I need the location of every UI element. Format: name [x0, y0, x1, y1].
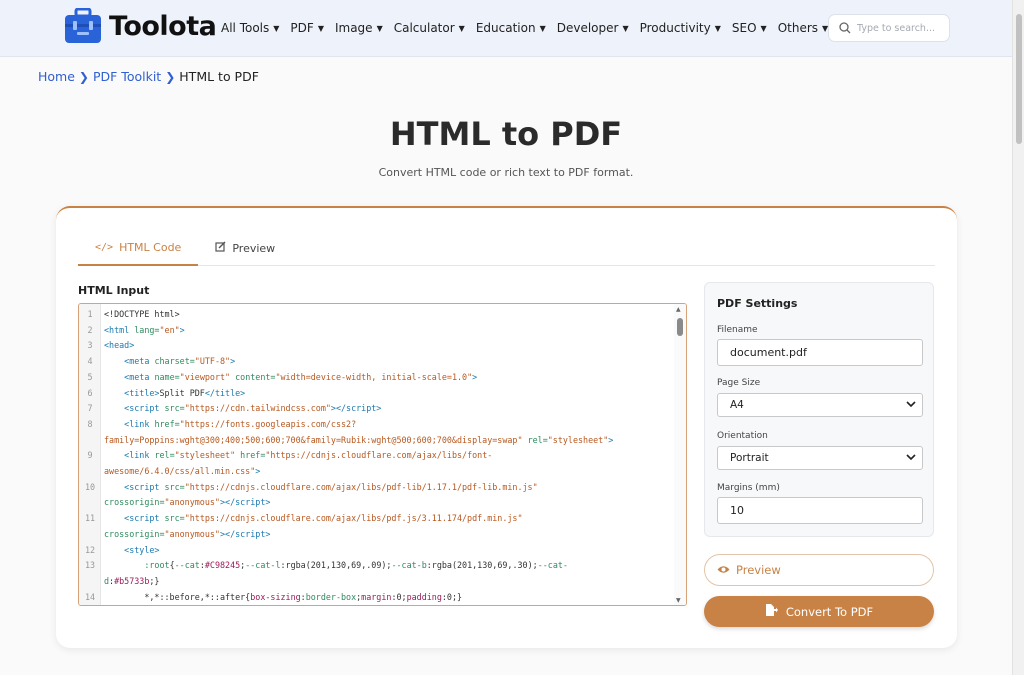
chevron-right-icon: ❯ — [78, 69, 89, 84]
caret-down-icon: ▼ — [376, 23, 383, 33]
scroll-down-icon[interactable]: ▼ — [676, 597, 681, 604]
page-subtitle: Convert HTML code or rich text to PDF fo… — [378, 166, 634, 179]
nav-label: Productivity — [639, 21, 711, 35]
scroll-up-icon[interactable]: ▲ — [676, 306, 681, 313]
nav-others[interactable]: Others ▼ — [778, 21, 828, 35]
search-input[interactable] — [857, 22, 942, 34]
preview-button[interactable]: Preview — [704, 554, 934, 586]
site-header: Toolota All Tools ▼ PDF ▼ Image ▼ Calculato… — [0, 0, 1012, 57]
caret-down-icon: ▼ — [273, 23, 280, 33]
tab-label: Preview — [232, 241, 276, 255]
orientation-select[interactable]: Portrait — [717, 446, 923, 470]
nav-pdf[interactable]: PDF ▼ — [290, 21, 324, 35]
nav-productivity[interactable]: Productivity ▼ — [640, 21, 721, 35]
tab-bar: </> HTML Code Preview — [78, 230, 935, 266]
margins-value: 10 — [730, 504, 744, 517]
nav-label: Calculator — [393, 21, 455, 35]
orientation-label: Orientation — [717, 431, 768, 441]
page-scrollbar[interactable] — [1012, 0, 1024, 675]
nav-label: PDF — [290, 21, 314, 35]
code-lines: 1 <!DOCTYPE html> 2 <html lang="en"> 3 <hea… — [84, 309, 614, 602]
margins-label: Margins (mm) — [717, 483, 780, 493]
nav-label: SEO — [731, 21, 757, 35]
main-nav: All Tools ▼ PDF ▼ Image ▼ Calculator ▼ Educa… — [221, 0, 839, 56]
breadcrumb: Home ❯ PDF Toolkit ❯ HTML to PDF — [38, 69, 259, 84]
convert-label: Convert To PDF — [785, 604, 874, 619]
filename-label: Filename — [717, 325, 758, 335]
chevron-right-icon: ❯ — [165, 69, 176, 84]
orientation-value: Portrait — [730, 452, 769, 464]
breadcrumb-pdf-toolkit[interactable]: PDF Toolkit — [93, 69, 161, 84]
tab-preview[interactable]: Preview — [198, 230, 292, 266]
nav-label: Developer — [556, 21, 619, 35]
nav-seo[interactable]: SEO ▼ — [732, 21, 767, 35]
eye-icon — [717, 563, 730, 577]
file-export-icon — [765, 604, 778, 619]
nav-developer[interactable]: Developer ▼ — [557, 21, 629, 35]
nav-image[interactable]: Image ▼ — [335, 21, 383, 35]
caret-down-icon: ▼ — [458, 23, 465, 33]
breadcrumb-home[interactable]: Home — [38, 69, 75, 84]
nav-calculator[interactable]: Calculator ▼ — [394, 21, 465, 35]
caret-down-icon: ▼ — [317, 23, 324, 33]
nav-label: Image — [334, 21, 373, 35]
breadcrumb-current: HTML to PDF — [179, 69, 259, 84]
scrollbar-thumb[interactable] — [1016, 14, 1022, 144]
toolbox-icon — [63, 7, 103, 44]
page-size-select[interactable]: A4 — [717, 393, 923, 417]
search-icon — [839, 19, 851, 38]
editor-scroll-thumb[interactable] — [677, 318, 683, 336]
nav-education[interactable]: Education ▼ — [476, 21, 546, 35]
search-box[interactable] — [828, 14, 950, 42]
filename-input[interactable]: document.pdf — [717, 339, 923, 366]
nav-label: Others — [777, 21, 819, 35]
nav-all-tools[interactable]: All Tools ▼ — [221, 21, 279, 35]
html-code-editor[interactable]: 1 <!DOCTYPE html> 2 <html lang="en"> 3 <hea… — [78, 303, 687, 606]
page-title: HTML to PDF — [389, 115, 623, 153]
pdf-settings-panel: PDF Settings Filename document.pdf Page … — [704, 282, 934, 537]
nav-label: Education — [475, 21, 536, 35]
caret-down-icon: ▼ — [760, 23, 767, 33]
tool-card: </> HTML Code Preview HTML Input 1 <!DOCT… — [56, 206, 957, 648]
filename-value: document.pdf — [730, 346, 807, 359]
caret-down-icon: ▼ — [714, 23, 721, 33]
html-input-label: HTML Input — [78, 284, 150, 297]
margins-input[interactable]: 10 — [717, 497, 923, 524]
editor-scrollbar[interactable]: ▲ ▼ — [674, 304, 686, 605]
page-size-label: Page Size — [717, 378, 761, 388]
tab-html-code[interactable]: </> HTML Code — [78, 230, 199, 266]
logo[interactable]: Toolota — [63, 7, 217, 44]
logo-text: Toolota — [109, 10, 217, 42]
caret-down-icon: ▼ — [539, 23, 546, 33]
chevron-down-icon — [906, 400, 916, 410]
chevron-down-icon — [906, 453, 916, 463]
preview-label: Preview — [736, 563, 781, 577]
nav-label: All Tools — [221, 21, 270, 35]
edit-icon — [215, 241, 226, 255]
code-icon: </> — [95, 241, 114, 253]
page-size-value: A4 — [730, 399, 744, 411]
caret-down-icon: ▼ — [622, 23, 629, 33]
pdf-settings-title: PDF Settings — [717, 297, 798, 310]
tab-label: HTML Code — [119, 240, 182, 254]
convert-to-pdf-button[interactable]: Convert To PDF — [704, 596, 934, 627]
